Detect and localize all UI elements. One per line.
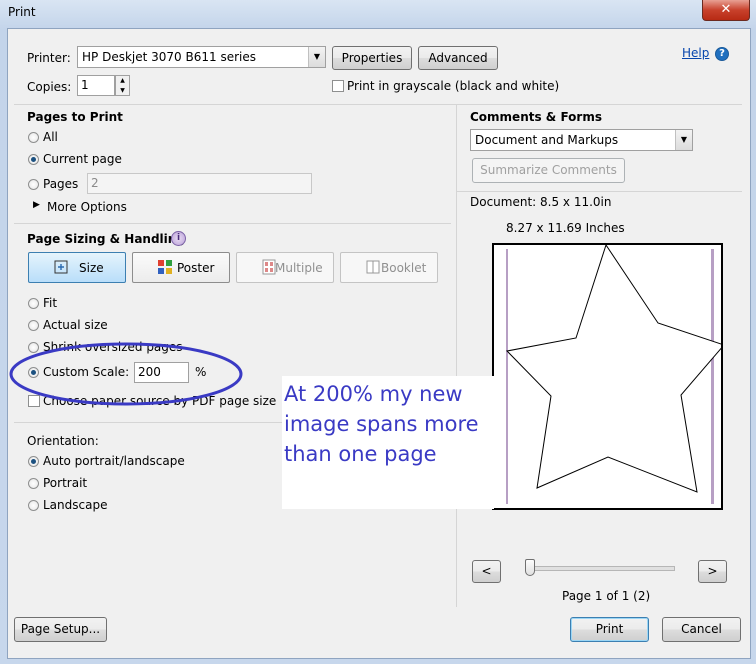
copies-spinner[interactable]: ▲ ▼ xyxy=(115,75,130,96)
pages-range-label: Pages xyxy=(43,177,79,191)
more-options-toggle[interactable]: More Options xyxy=(47,200,127,214)
grayscale-checkbox[interactable] xyxy=(332,80,344,92)
comments-forms-selected: Document and Markups xyxy=(475,133,619,147)
orientation-heading: Orientation: xyxy=(27,434,99,448)
summarize-comments-button[interactable]: Summarize Comments xyxy=(472,158,625,183)
divider-pages xyxy=(14,223,451,224)
paper-size-label: 8.27 x 11.69 Inches xyxy=(506,221,625,235)
radio-auto-orientation[interactable] xyxy=(28,456,39,467)
pages-range-input[interactable]: 2 xyxy=(87,173,312,194)
expand-triangle-icon[interactable]: ▶ xyxy=(33,200,40,210)
radio-current-page[interactable] xyxy=(28,154,39,165)
page-slider-thumb[interactable] xyxy=(525,559,535,576)
portrait-label: Portrait xyxy=(43,476,88,490)
prev-page-button[interactable]: < xyxy=(472,560,501,583)
pages-to-print-heading: Pages to Print xyxy=(27,110,123,124)
divider-comments xyxy=(457,191,742,192)
window-title: Print xyxy=(8,5,36,19)
annotation-line-3: than one page xyxy=(284,442,437,466)
pages-all-label: All xyxy=(43,130,58,144)
copies-input[interactable]: 1 xyxy=(77,75,115,96)
copies-label: Copies: xyxy=(27,80,72,94)
annotation-callout: At 200% my new image spans more than one… xyxy=(282,376,494,509)
chevron-down-icon: ▼ xyxy=(675,130,692,150)
current-page-label: Current page xyxy=(43,152,122,166)
info-icon[interactable]: i xyxy=(171,231,186,246)
multiple-tab-button[interactable]: Multiple xyxy=(236,252,334,283)
fit-label: Fit xyxy=(43,296,58,310)
grayscale-label: Print in grayscale (black and white) xyxy=(347,79,560,93)
chevron-down-icon: ▼ xyxy=(308,47,325,67)
poster-tab-label: Poster xyxy=(177,261,215,275)
spin-down-icon[interactable]: ▼ xyxy=(116,86,129,95)
poster-icon xyxy=(158,260,172,274)
size-tab-label: Size xyxy=(79,261,104,275)
booklet-tab-button[interactable]: Booklet xyxy=(340,252,438,283)
spin-up-icon[interactable]: ▲ xyxy=(116,76,129,86)
next-page-button[interactable]: > xyxy=(698,560,727,583)
multiple-tab-label: Multiple xyxy=(275,261,323,275)
page-setup-button[interactable]: Page Setup... xyxy=(14,617,107,642)
printer-selected-value: HP Deskjet 3070 B611 series xyxy=(82,50,256,64)
radio-landscape[interactable] xyxy=(28,500,39,511)
comments-forms-select[interactable]: Document and Markups ▼ xyxy=(470,129,693,151)
left-arrow-icon: < xyxy=(481,564,492,578)
annotation-text: At 200% my new image spans more than one… xyxy=(282,376,494,469)
radio-portrait[interactable] xyxy=(28,478,39,489)
poster-tab-button[interactable]: Poster xyxy=(132,252,230,283)
star-image xyxy=(505,245,721,493)
radio-pages-range[interactable] xyxy=(28,179,39,190)
help-link[interactable]: Help xyxy=(682,46,709,60)
annotation-line-2: image spans more xyxy=(284,412,479,436)
print-button[interactable]: Print xyxy=(570,617,649,642)
document-size-label: Document: 8.5 x 11.0in xyxy=(470,195,612,209)
close-icon: ✕ xyxy=(720,2,732,17)
comments-forms-heading: Comments & Forms xyxy=(470,110,602,124)
radio-actual-size[interactable] xyxy=(28,320,39,331)
print-preview xyxy=(492,243,723,510)
size-icon xyxy=(54,260,68,274)
help-icon[interactable]: ? xyxy=(715,47,729,61)
auto-orientation-label: Auto portrait/landscape xyxy=(43,454,185,468)
top-divider xyxy=(14,104,742,105)
page-sizing-heading: Page Sizing & Handling xyxy=(27,232,185,246)
highlight-ellipse xyxy=(9,342,243,406)
printer-select[interactable]: HP Deskjet 3070 B611 series ▼ xyxy=(77,46,326,68)
properties-button[interactable]: Properties xyxy=(332,46,412,70)
booklet-icon xyxy=(366,260,380,274)
landscape-label: Landscape xyxy=(43,498,108,512)
radio-fit[interactable] xyxy=(28,298,39,309)
page-indicator: Page 1 of 1 (2) xyxy=(562,589,651,603)
close-button[interactable]: ✕ xyxy=(702,0,750,21)
booklet-tab-label: Booklet xyxy=(381,261,427,275)
cancel-button[interactable]: Cancel xyxy=(662,617,741,642)
column-divider xyxy=(456,105,457,607)
size-tab-button[interactable]: Size xyxy=(28,252,126,283)
annotation-line-1: At 200% my new xyxy=(284,382,463,406)
printer-label: Printer: xyxy=(27,51,71,65)
page-slider-track[interactable] xyxy=(527,566,675,571)
actual-size-label: Actual size xyxy=(43,318,108,332)
right-arrow-icon: > xyxy=(707,564,718,578)
radio-pages-all[interactable] xyxy=(28,132,39,143)
advanced-button[interactable]: Advanced xyxy=(418,46,498,70)
